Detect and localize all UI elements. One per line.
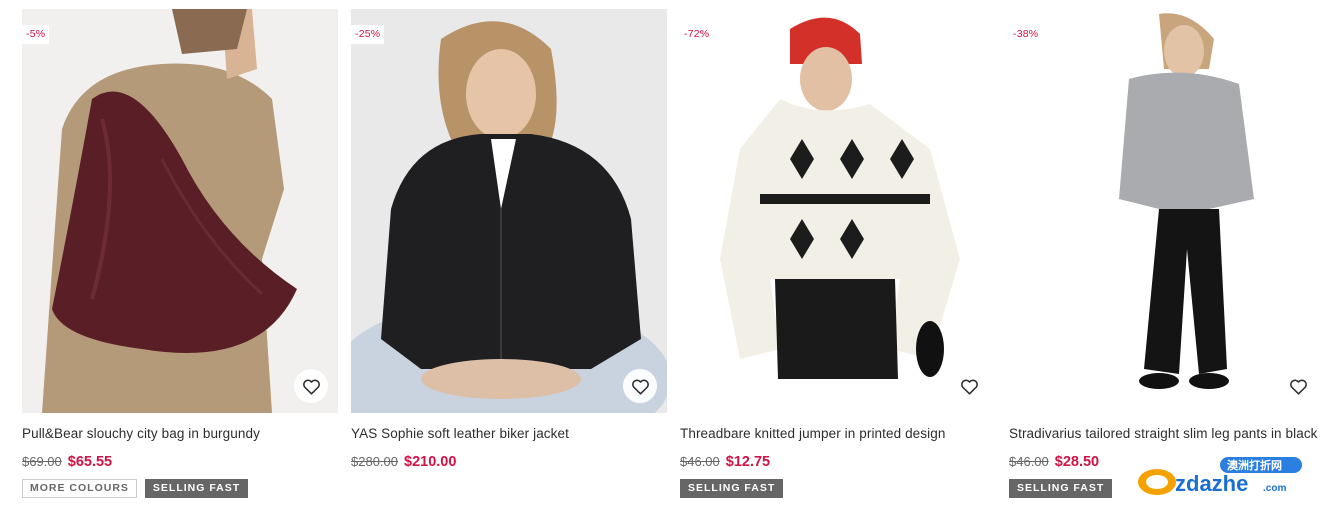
product-card[interactable]: -38% Stradivarius tailored straight slim… [1009,9,1324,498]
save-for-later-button[interactable] [294,369,328,403]
sale-price: $28.50 [1054,454,1100,470]
save-for-later-button[interactable] [1281,369,1315,403]
product-card[interactable]: -5% Pull&Bear slouchy city bag in burgun… [22,9,338,498]
product-grid: -5% Pull&Bear slouchy city bag in burgun… [22,9,1324,498]
product-title[interactable]: Stradivarius tailored straight slim leg … [1009,426,1324,442]
sale-price: $65.55 [67,454,113,470]
selling-fast-tag: SELLING FAST [680,479,784,498]
heart-outline-icon [1289,379,1307,395]
discount-badge: -25% [351,25,385,44]
selling-fast-tag: SELLING FAST [1009,479,1113,498]
save-for-later-button[interactable] [952,369,986,403]
heart-outline-icon [960,379,978,395]
price-row: $69.00 $65.55 [22,454,338,470]
product-photo-pants [1009,9,1324,413]
product-card[interactable]: -25% YAS Sophie soft leather biker jacke… [351,9,667,498]
discount-badge: -5% [22,25,50,44]
product-tags [351,479,667,498]
product-image[interactable]: -25% [351,9,667,413]
price-row: $46.00 $12.75 [680,454,996,470]
svg-text:zdazhe: zdazhe [1175,471,1248,496]
save-for-later-button[interactable] [623,369,657,403]
product-title[interactable]: YAS Sophie soft leather biker jacket [351,426,667,442]
product-photo-jacket [351,9,667,413]
product-photo-bag [22,9,338,413]
product-tags: MORE COLOURS SELLING FAST [22,479,338,498]
original-price: $280.00 [351,454,398,469]
price-row: $280.00 $210.00 [351,454,667,470]
product-image[interactable]: -72% [680,9,996,413]
original-price: $46.00 [680,454,720,469]
product-photo-jumper [680,9,996,413]
sale-price: $12.75 [725,454,771,470]
heart-outline-icon [631,379,649,395]
product-tags: SELLING FAST [680,479,996,498]
discount-badge: -72% [680,25,714,44]
svg-text:澳洲打折网: 澳洲打折网 [1227,458,1282,472]
selling-fast-tag: SELLING FAST [144,479,249,498]
product-title[interactable]: Pull&Bear slouchy city bag in burgundy [22,426,338,442]
product-card[interactable]: -72% Threadbare knitted jumper in printe… [680,9,996,498]
original-price: $46.00 [1009,454,1049,469]
discount-badge: -38% [1009,25,1043,44]
original-price: $69.00 [22,454,62,469]
product-image[interactable]: -38% [1009,9,1324,413]
more-colours-tag[interactable]: MORE COLOURS [22,479,137,498]
product-image[interactable]: -5% [22,9,338,413]
product-title[interactable]: Threadbare knitted jumper in printed des… [680,426,996,442]
sale-price: $210.00 [404,454,457,470]
watermark-logo: zdazhe .com 澳洲打折网 [1138,457,1302,496]
svg-text:.com: .com [1263,483,1286,494]
heart-outline-icon [302,379,320,395]
